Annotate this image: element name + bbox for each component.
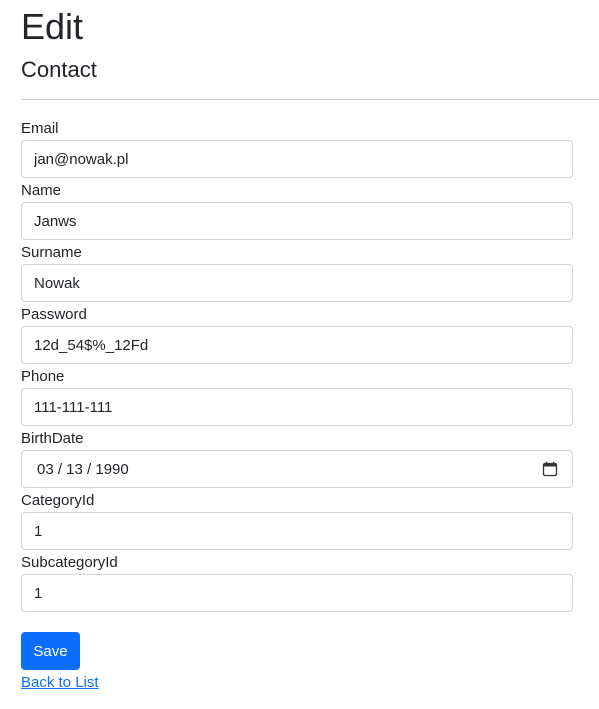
subcategory-id-label: SubcategoryId [21,554,118,571]
contact-form: Email Name Surname Password Phone BirthD… [21,119,573,615]
name-field[interactable] [21,202,573,240]
category-id-field[interactable] [21,512,573,550]
email-label: Email [21,120,59,137]
phone-group: Phone [21,367,573,429]
page-subtitle: Contact [21,57,97,82]
email-group: Email [21,119,573,181]
category-id-group: CategoryId [21,491,573,553]
birthdate-value: 03 / 13 / 1990 [37,460,129,478]
calendar-icon[interactable] [542,461,558,477]
page-title: Edit [21,6,84,47]
password-field[interactable] [21,326,573,364]
back-to-list-link[interactable]: Back to List [21,674,99,691]
email-field[interactable] [21,140,573,178]
birthdate-field[interactable]: 03 / 13 / 1990 [21,450,573,488]
phone-field[interactable] [21,388,573,426]
divider [21,99,599,100]
phone-label: Phone [21,368,65,385]
subcategory-id-field[interactable] [21,574,573,612]
password-label: Password [21,306,87,323]
surname-field[interactable] [21,264,573,302]
birthdate-group: BirthDate 03 / 13 / 1990 [21,429,573,491]
category-id-label: CategoryId [21,492,95,509]
save-button[interactable]: Save [21,632,80,670]
birthdate-label: BirthDate [21,430,84,447]
surname-group: Surname [21,243,573,305]
name-label: Name [21,182,62,199]
name-group: Name [21,181,573,243]
subcategory-id-group: SubcategoryId [21,553,573,615]
surname-label: Surname [21,244,82,261]
password-group: Password [21,305,573,367]
